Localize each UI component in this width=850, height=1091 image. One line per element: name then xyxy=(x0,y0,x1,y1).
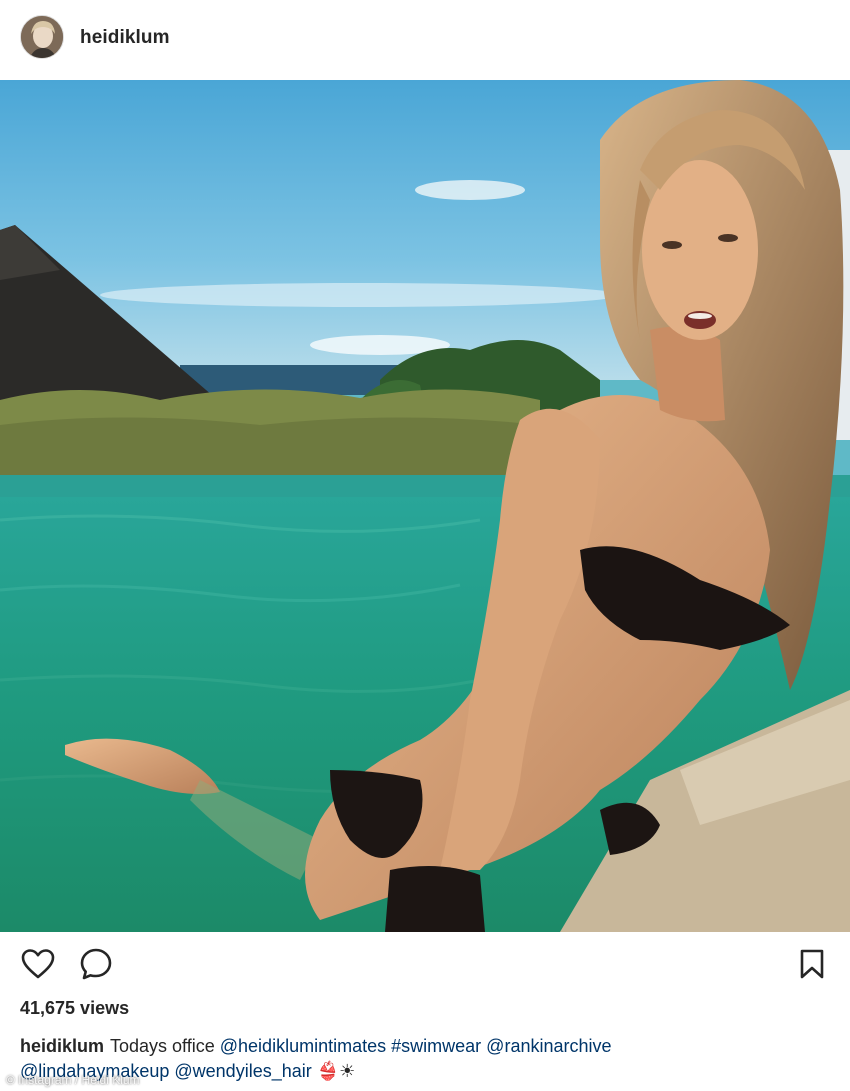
mention-heidiklumintimates[interactable]: @heidiklumintimates xyxy=(220,1036,386,1056)
post-photo[interactable] xyxy=(0,80,850,932)
heart-icon xyxy=(21,948,55,985)
caption-emoji: 👙☀ xyxy=(316,1061,356,1081)
caption-text: Todays office xyxy=(110,1036,215,1056)
comment-bubble-icon xyxy=(79,947,113,986)
post-caption: heidiklum Todays office @heidiklumintimat… xyxy=(20,1034,820,1084)
comment-button[interactable] xyxy=(78,948,114,984)
action-bar xyxy=(0,940,850,994)
instagram-post: heidiklum 41,675 views heidiklum Todays … xyxy=(0,0,850,1091)
mention-wendyiles-hair[interactable]: @wendyiles_hair xyxy=(174,1061,311,1081)
header-username[interactable]: heidiklum xyxy=(80,27,170,49)
hashtag-swimwear[interactable]: #swimwear xyxy=(391,1036,481,1056)
bookmark-icon xyxy=(798,948,826,985)
view-count: 41,675 views xyxy=(20,998,130,1018)
caption-username[interactable]: heidiklum xyxy=(20,1036,104,1056)
photo-credit-watermark: © Instagram / Heidi Klum xyxy=(6,1073,140,1087)
save-button[interactable] xyxy=(794,948,830,984)
like-button[interactable] xyxy=(20,948,56,984)
mention-rankinarchive[interactable]: @rankinarchive xyxy=(486,1036,611,1056)
avatar[interactable] xyxy=(20,15,64,59)
post-header: heidiklum xyxy=(0,0,850,80)
